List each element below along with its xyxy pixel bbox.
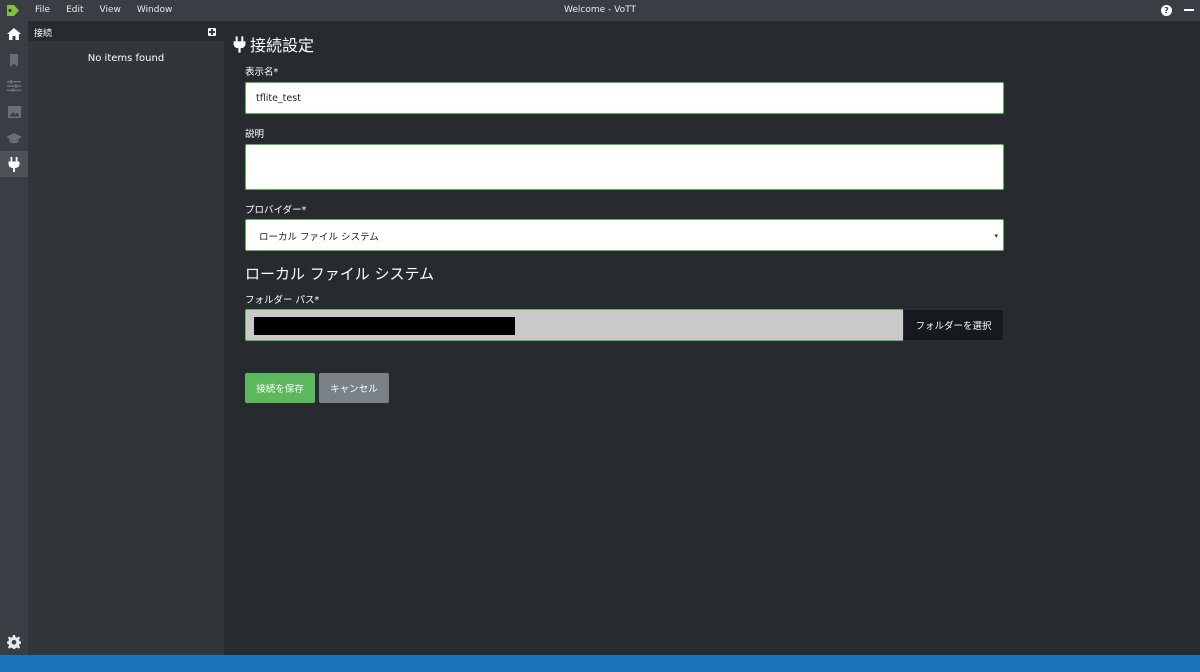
description-label: 説明 (245, 129, 265, 140)
folder-path-label: フォルダー パス* (245, 295, 320, 306)
title-bar: File Edit View Window Welcome - VoTT ? (0, 0, 1200, 21)
section-heading: ローカル ファイル システム (245, 265, 435, 283)
provider-selected-value: ローカル ファイル システム (259, 232, 379, 243)
vott-logo-icon (7, 5, 19, 16)
display-name-input[interactable] (246, 83, 1003, 113)
status-bar (0, 655, 1200, 672)
display-name-label: 表示名* (245, 67, 279, 78)
page-title: 接続設定 (250, 36, 315, 55)
description-textarea[interactable] (246, 145, 1003, 189)
gear-icon[interactable] (0, 629, 28, 655)
folder-path-input[interactable] (245, 309, 903, 341)
image-icon[interactable] (0, 99, 28, 125)
graduation-cap-icon[interactable] (0, 125, 28, 151)
home-icon[interactable] (0, 21, 28, 47)
plug-icon (233, 35, 246, 53)
save-connection-button[interactable]: 接続を保存 (245, 373, 315, 403)
panel-header: 接続 (28, 21, 224, 41)
plug-icon[interactable] (0, 151, 28, 177)
menu-bar: File Edit View Window (27, 0, 180, 21)
panel-title: 接続 (34, 29, 53, 39)
display-name-field-wrap (245, 82, 1004, 114)
provider-label: プロバイダー* (245, 205, 307, 216)
nav-rail (0, 21, 28, 655)
menu-window[interactable]: Window (129, 0, 181, 21)
chevron-down-icon: ▾ (994, 232, 998, 240)
connections-panel: 接続 No items found (28, 21, 224, 655)
bookmark-icon[interactable] (0, 47, 28, 73)
menu-edit[interactable]: Edit (58, 0, 91, 21)
description-field-wrap (245, 144, 1004, 190)
minimize-icon[interactable] (1184, 9, 1194, 11)
menu-view[interactable]: View (92, 0, 129, 21)
menu-file[interactable]: File (27, 0, 58, 21)
help-icon[interactable]: ? (1161, 5, 1172, 16)
cancel-button[interactable]: キャンセル (319, 373, 389, 403)
select-folder-button[interactable]: フォルダーを選択 (903, 309, 1004, 341)
empty-list-message: No items found (87, 53, 165, 64)
page-header: 接続設定 (233, 32, 314, 56)
provider-select[interactable]: ローカル ファイル システム ▾ (245, 219, 1004, 251)
add-connection-icon[interactable] (208, 28, 216, 36)
redacted-path (254, 317, 515, 335)
sliders-icon[interactable] (0, 73, 28, 99)
